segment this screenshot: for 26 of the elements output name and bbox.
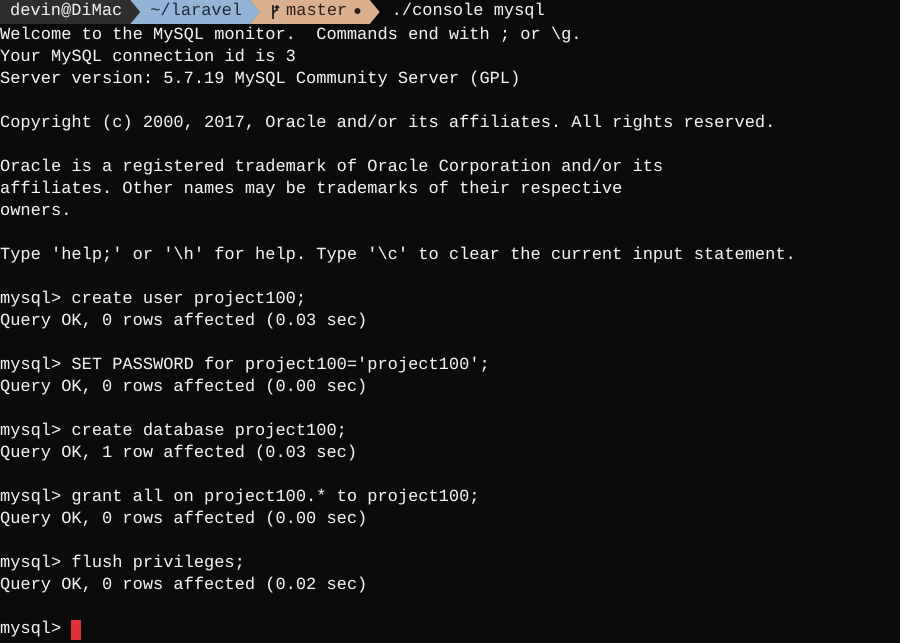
output-line: affiliates. Other names may be trademarks of their respective: [0, 179, 624, 201]
output-line: Query OK, 0 rows affected (0.03 sec): [0, 311, 368, 333]
branch-icon: [270, 4, 280, 20]
output-line: Query OK, 0 rows affected (0.02 sec): [0, 575, 368, 597]
prompt-text: devin@DiMac: [10, 1, 122, 23]
output-line: mysql> SET PASSWORD for project100='project100';: [0, 355, 491, 377]
prompt-text: ~/laravel: [150, 1, 242, 23]
output-line: Query OK, 1 row affected (0.03 sec): [0, 443, 358, 465]
output-line: Server version: 5.7.19 MySQL Community Server (GPL): [0, 69, 522, 91]
dirty-indicator: ●: [353, 3, 362, 22]
command-text: ./console mysql: [392, 1, 545, 23]
output-line: Query OK, 0 rows affected (0.00 sec): [0, 377, 368, 399]
output-line: mysql> grant all on project100.* to project100;: [0, 487, 480, 509]
output-line: mysql> create database project100;: [0, 421, 348, 443]
mysql-prompt: mysql>: [0, 619, 62, 641]
output-line: mysql> flush privileges;: [0, 553, 246, 575]
output-line: Type 'help;' or '\h' for help. Type '\c' to clear the current input statement.: [0, 245, 797, 267]
output-line: mysql> create user project100;: [0, 289, 308, 311]
output-line: owners.: [0, 201, 72, 223]
output-line: Oracle is a registered trademark of Oracle Corporation and/or its: [0, 157, 664, 179]
prompt-text: master: [286, 1, 348, 23]
output-line: Copyright (c) 2000, 2017, Oracle and/or its affiliates. All rights reserved.: [0, 113, 776, 135]
output-line: Your MySQL connection id is 3: [0, 47, 297, 69]
output-line: Query OK, 0 rows affected (0.00 sec): [0, 509, 368, 531]
output-line: Welcome to the MySQL monitor. Commands end with ; or \g.: [0, 25, 582, 47]
text-cursor: [71, 620, 82, 640]
